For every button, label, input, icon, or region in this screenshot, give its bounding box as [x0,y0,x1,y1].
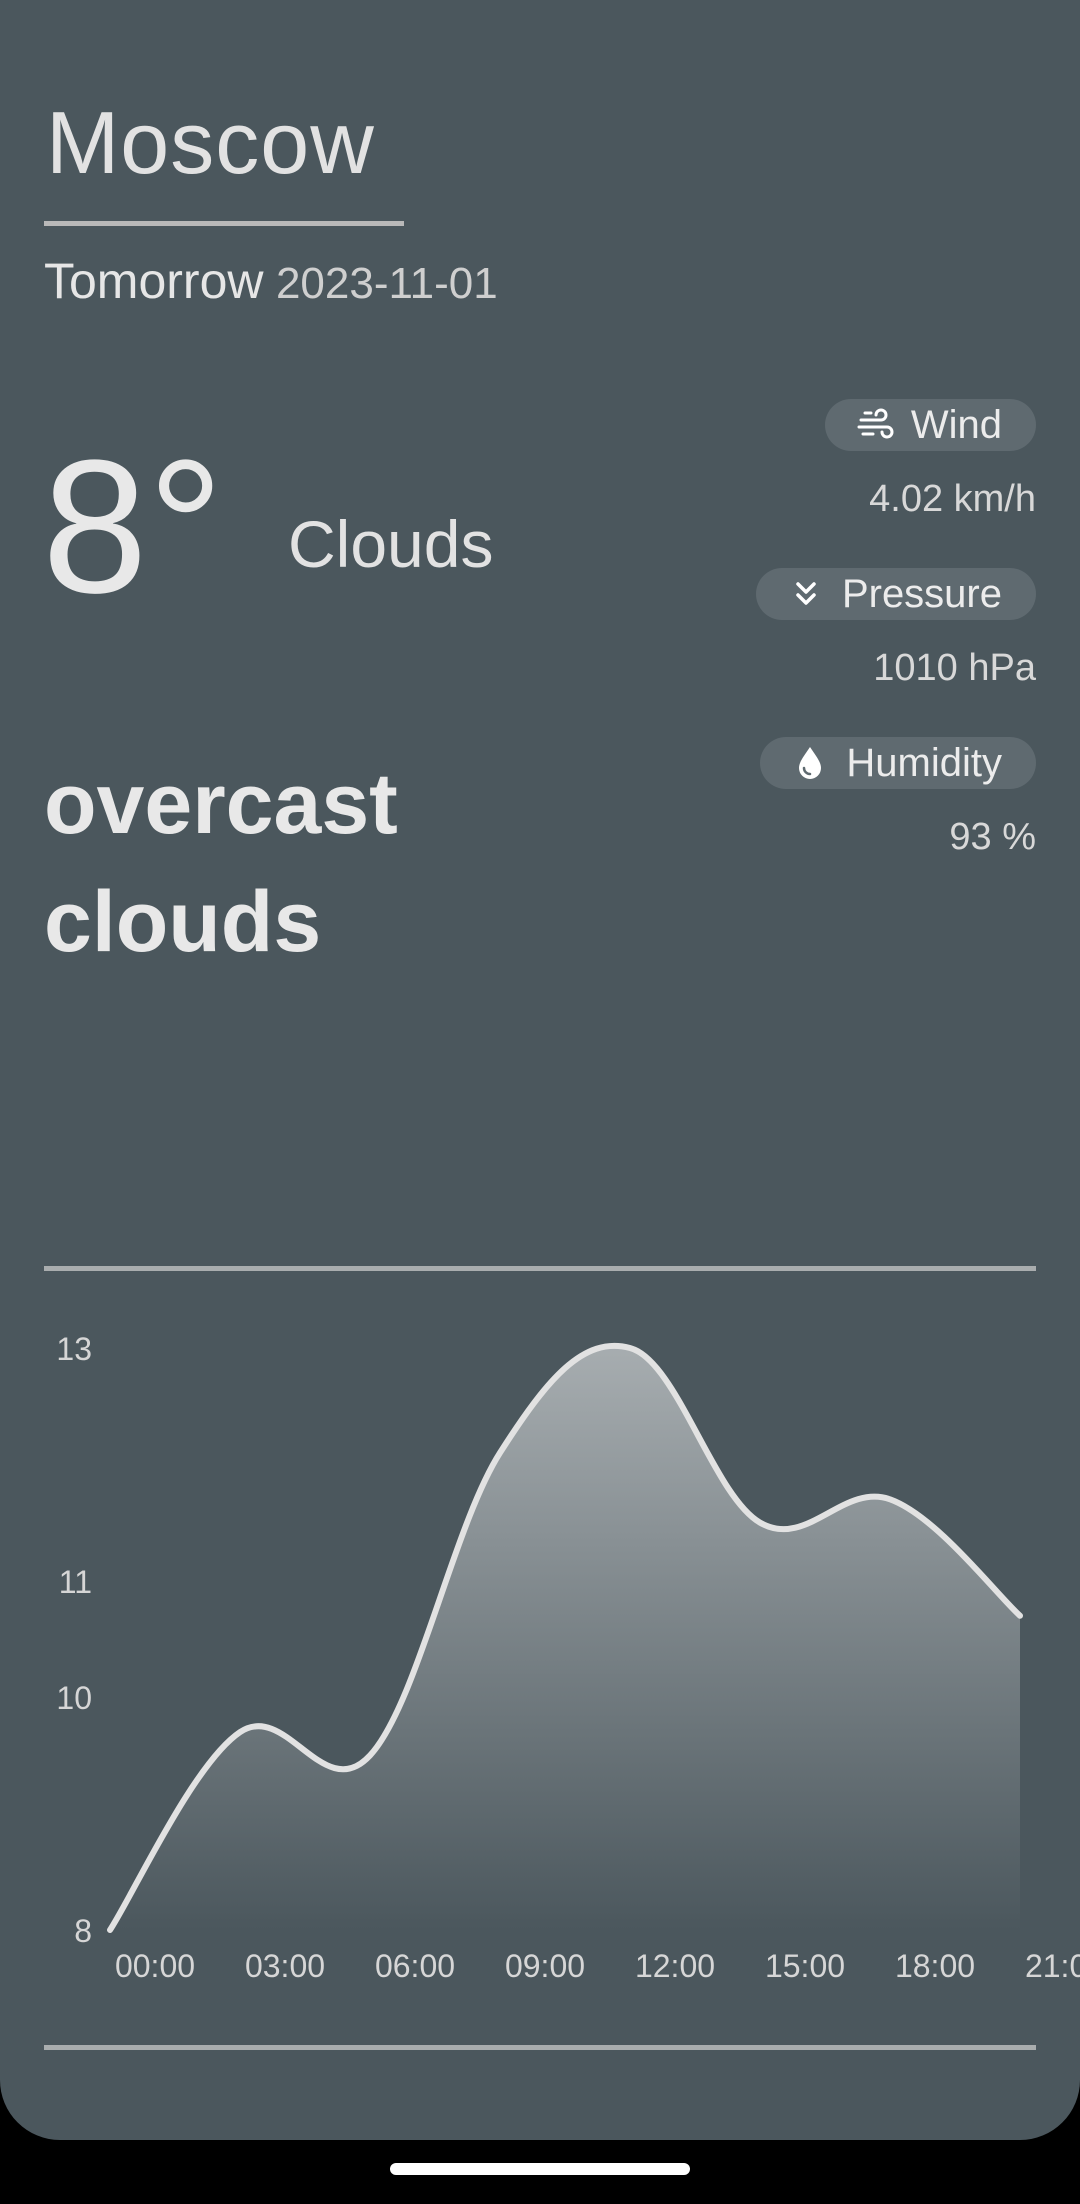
temperature-chart: 13 11 10 8 00:00 03:00 06:00 09:00 12:00 15:00 18… [0,1280,1080,2000]
temperature-chart-svg: 13 11 10 8 00:00 03:00 06:00 09:00 12:00 15:00 18… [56,1331,1080,1984]
y-tick-label: 11 [59,1564,92,1600]
date-value: 2023-11-01 [275,259,498,308]
y-tick-label: 10 [56,1680,92,1716]
y-tick-label: 13 [56,1331,92,1367]
y-axis-ticks: 13 11 10 8 [56,1331,92,1949]
condition-description: overcast clouds [44,756,398,970]
pressure-value: 1010 hPa [873,647,1036,689]
x-tick-label: 06:00 [375,1948,455,1984]
forecast-date: Tomorrow 2023-11-01 [44,252,498,310]
city-name: Moscow [46,93,375,192]
pressure-label: Pressure [841,571,1002,616]
x-tick-label: 12:00 [635,1948,715,1984]
home-indicator[interactable] [390,2163,690,2175]
x-tick-label: 21:00 [1025,1948,1080,1984]
city-underline [44,221,404,226]
chart-top-divider [44,1266,1036,1271]
condition-main: Clouds [288,507,494,581]
x-tick-label: 09:00 [505,1948,585,1984]
humidity-label: Humidity [846,740,1002,785]
wind-icon [855,405,895,445]
humidity-value: 93 % [949,816,1036,858]
chart-bottom-divider [44,2045,1036,2050]
x-axis-ticks: 00:00 03:00 06:00 09:00 12:00 15:00 18:00 21:00 [115,1948,1080,1984]
double-chevron-down-icon [786,574,826,614]
x-tick-label: 15:00 [765,1948,845,1984]
x-tick-label: 00:00 [115,1948,195,1984]
wind-chip: Wind [824,399,1036,451]
day-label: Tomorrow [44,253,264,309]
pressure-chip: Pressure [755,568,1036,620]
droplet-icon [790,743,830,783]
weather-screen: Moscow Tomorrow 2023-11-01 8° Clouds ove… [0,0,1080,2140]
wind-label: Wind [910,402,1002,447]
x-tick-label: 03:00 [245,1948,325,1984]
temperature: 8° [42,421,224,633]
humidity-chip: Humidity [760,737,1036,789]
y-tick-label: 8 [74,1913,92,1949]
wind-value: 4.02 km/h [869,478,1036,520]
chart-area-fill [110,1345,1020,1930]
x-tick-label: 18:00 [895,1948,975,1984]
